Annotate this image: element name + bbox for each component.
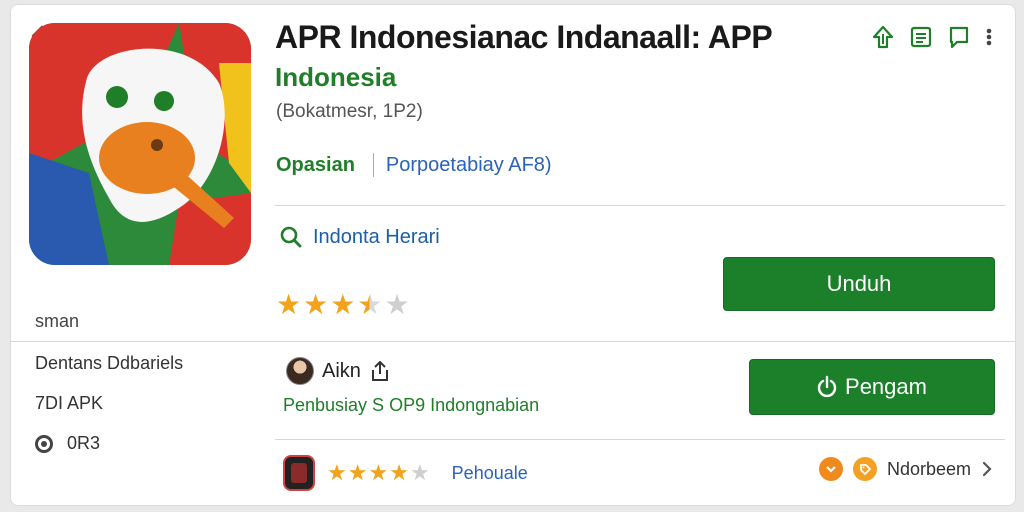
review-stars: ★ ★ ★ ★ ★	[327, 462, 430, 484]
star-filled-icon: ★	[276, 289, 302, 320]
top-toolbar	[869, 23, 995, 51]
install-label: Pengam	[845, 374, 927, 399]
star-empty-icon: ★	[409, 460, 430, 485]
author-row: Aikn	[286, 357, 391, 385]
app-title: APR Indonesianac Indanaall: APP	[275, 19, 773, 55]
author-name: Aikn	[322, 359, 361, 382]
version-row[interactable]: 0R3	[35, 433, 100, 454]
star-filled-icon: ★	[389, 460, 409, 485]
divider-bottom	[275, 439, 1005, 440]
star-half-icon: ★	[357, 289, 383, 320]
star-filled-icon: ★	[303, 289, 329, 320]
reviewer-thumbnail	[283, 455, 315, 491]
version-value: 0R3	[67, 433, 101, 453]
tab-primary[interactable]: Opasian	[276, 154, 355, 177]
app-meta: (Bokatmesr, 1P2)	[276, 101, 423, 122]
rating-stars: ★ ★ ★ ★ ★	[276, 291, 410, 319]
more-options-button[interactable]	[983, 23, 995, 51]
download-label: Unduh	[826, 271, 892, 296]
radio-icon	[35, 435, 53, 454]
more-vertical-icon	[986, 28, 992, 46]
power-icon	[817, 375, 837, 398]
search-label: Indonta Herari	[313, 225, 440, 248]
file-type: 7DI APK	[35, 393, 104, 413]
tab-divider	[372, 153, 374, 177]
section-label: sman	[35, 311, 80, 331]
tab-secondary[interactable]: Porpoetabiay AF8)	[386, 154, 552, 177]
category-tabs: Opasian Porpoetabiay AF8)	[276, 153, 552, 177]
app-detail-card: APR Indonesianac Indanaall: APP Indonesi…	[10, 4, 1016, 506]
star-filled-icon: ★	[368, 460, 389, 485]
app-logo	[29, 23, 251, 265]
app-description: Penbusiay S OP9 Indongnabian	[283, 395, 540, 415]
share-upload-icon[interactable]	[369, 359, 391, 383]
comment-button[interactable]	[945, 23, 973, 51]
search-link[interactable]: Indonta Herari	[279, 225, 440, 249]
avatar	[286, 357, 314, 385]
share-icon	[872, 25, 894, 49]
star-filled-icon: ★	[330, 289, 356, 320]
more-reviews-label: Ndorbeem	[886, 458, 971, 479]
search-icon	[280, 226, 302, 248]
install-button[interactable]: Pengam	[749, 359, 995, 415]
chat-icon	[949, 26, 969, 49]
app-region: Indonesia	[275, 62, 397, 92]
wishlist-button[interactable]	[907, 23, 935, 51]
developer-name: Dentans Ddbariels	[35, 353, 184, 373]
review-link[interactable]: Pehouale	[452, 463, 528, 484]
chevron-down-badge-icon	[818, 457, 843, 481]
tag-badge-icon	[852, 457, 877, 481]
star-empty-icon: ★	[384, 289, 410, 320]
star-filled-icon: ★	[327, 460, 347, 485]
review-row: ★ ★ ★ ★ ★ Pehouale	[283, 455, 528, 491]
download-button[interactable]: Unduh	[723, 257, 995, 311]
share-button[interactable]	[869, 23, 897, 51]
list-icon	[910, 26, 932, 48]
star-filled-icon: ★	[347, 460, 368, 485]
more-reviews-link[interactable]: Ndorbeem	[818, 457, 993, 481]
divider-top	[275, 205, 1005, 206]
divider-middle	[11, 341, 1015, 342]
chevron-right-icon	[982, 461, 992, 477]
